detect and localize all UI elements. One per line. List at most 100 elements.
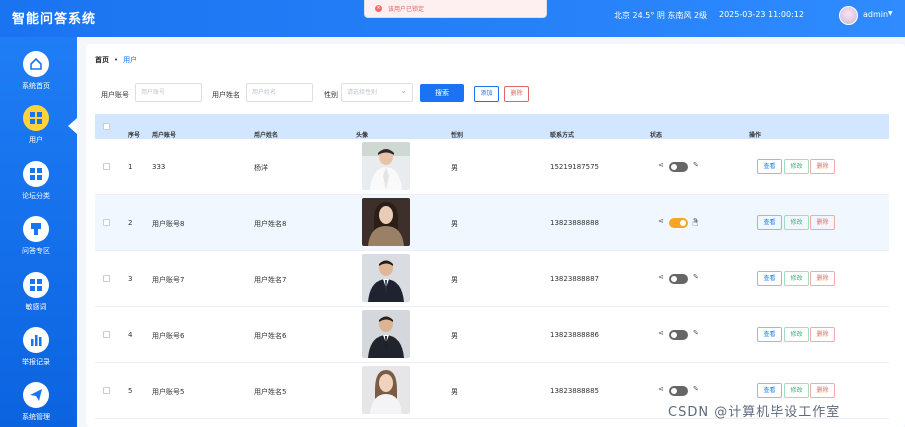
avatar-photo[interactable] [362, 142, 410, 190]
table-row: 4 用户账号6 用户姓名6 男 13823888886 ⋖ ✎ 查看 修改 删除 [95, 307, 889, 363]
status-cell: ⋖ ✎ [658, 329, 703, 341]
header-avatar-label: 头像 [356, 132, 369, 139]
row-checkbox[interactable] [103, 219, 110, 226]
modify-button[interactable]: 修改 [784, 327, 809, 342]
share-icon: ⋖ [658, 217, 664, 225]
share-icon: ⋖ [658, 329, 664, 337]
cell-name: 用户姓名8 [254, 220, 287, 228]
status-toggle[interactable] [669, 274, 688, 284]
status-cell: ⋖ ✎ [658, 385, 703, 397]
cell-name: 用户姓名5 [254, 388, 287, 396]
table-row: 3 用户账号7 用户姓名7 男 13823888887 ⋖ ✎ 查看 修改 删除 [95, 251, 889, 307]
status-toggle[interactable] [669, 162, 688, 172]
share-icon: ⋖ [658, 385, 664, 393]
sidebar-item-system[interactable]: 系统管理 [0, 382, 72, 422]
view-button[interactable]: 查看 [757, 383, 782, 398]
status-toggle[interactable] [669, 386, 688, 396]
toast-message: × 该用户已锁定 [364, 0, 547, 18]
cell-phone: 13823888888 [550, 219, 599, 227]
view-button[interactable]: 查看 [757, 215, 782, 230]
datetime: 2025-03-23 11:00:12 [719, 10, 804, 19]
sort-icon[interactable]: ⇕ [453, 130, 458, 137]
breadcrumb-current: 用户 [123, 56, 138, 64]
cell-index: 4 [128, 331, 133, 339]
delete-button[interactable]: 删除 [810, 215, 835, 230]
sidebar-item-label: 问答专区 [22, 247, 50, 255]
main-content: 首页 • 用户 用户账号 用户账号 用户姓名 用户姓名 性别 请选择性别 搜索 添加… [77, 37, 905, 427]
row-checkbox[interactable] [103, 163, 110, 170]
grid-icon [23, 161, 49, 187]
modify-button[interactable]: 修改 [784, 383, 809, 398]
sidebar-item-label: 举报记录 [22, 358, 50, 366]
name-input[interactable]: 用户姓名 [246, 83, 313, 102]
chevron-down-icon[interactable]: ▼ [888, 10, 893, 17]
modify-button[interactable]: 修改 [784, 215, 809, 230]
hand-cursor-icon: ☝ [692, 218, 699, 229]
close-circle-icon: × [375, 5, 382, 12]
view-button[interactable]: 查看 [757, 327, 782, 342]
sidebar-item-users[interactable]: 用户 [0, 105, 72, 145]
sidebar-item-sensitive-words[interactable]: 敏感词 [0, 272, 72, 312]
add-button[interactable]: 添加 [474, 86, 499, 102]
edit-icon[interactable]: ✎ [693, 161, 699, 169]
status-toggle[interactable] [669, 330, 688, 340]
row-checkbox[interactable] [103, 275, 110, 282]
sort-icon[interactable]: ⇕ [552, 130, 557, 137]
grid-icon [23, 272, 49, 298]
sidebar-item-qa[interactable]: 问答专区 [0, 216, 72, 256]
account-filter-label: 用户账号 [101, 91, 129, 99]
cell-account: 用户账号5 [152, 388, 185, 396]
app-title: 智能问答系统 [12, 12, 97, 27]
cell-gender: 男 [451, 220, 458, 228]
modify-button[interactable]: 修改 [784, 271, 809, 286]
watermark: CSDN @计算机毕设工作室 [668, 405, 841, 420]
view-button[interactable]: 查看 [757, 159, 782, 174]
sidebar-item-home[interactable]: 系统首页 [0, 51, 72, 91]
cell-index: 5 [128, 387, 133, 395]
cell-phone: 13823888885 [550, 387, 599, 395]
delete-button[interactable]: 删除 [810, 159, 835, 174]
breadcrumb-home[interactable]: 首页 [95, 56, 109, 64]
avatar-photo[interactable] [362, 366, 410, 414]
status-toggle[interactable] [669, 218, 688, 228]
header-index-label: 序号 [128, 132, 141, 139]
cell-phone: 15219187575 [550, 163, 599, 171]
edit-icon[interactable]: ✎ [693, 329, 699, 337]
delete-button[interactable]: 删除 [810, 327, 835, 342]
username[interactable]: admin [863, 10, 888, 19]
gender-select[interactable]: 请选择性别 [341, 82, 413, 102]
search-button[interactable]: 搜索 [420, 84, 464, 102]
view-button[interactable]: 查看 [757, 271, 782, 286]
user-avatar[interactable] [839, 6, 858, 25]
delete-button[interactable]: 删除 [810, 383, 835, 398]
header-actions-label: 操作 [749, 132, 762, 139]
sort-icon[interactable]: ⇕ [256, 130, 261, 137]
sidebar-item-label: 用户 [29, 136, 43, 144]
edit-icon[interactable]: ✎ [693, 273, 699, 281]
delete-button[interactable]: 删除 [810, 271, 835, 286]
row-checkbox[interactable] [103, 331, 110, 338]
home-icon [23, 51, 49, 77]
avatar-photo[interactable] [362, 254, 410, 302]
active-indicator [68, 118, 77, 134]
batch-delete-button[interactable]: 删除 [504, 86, 529, 102]
sort-icon[interactable]: ⇕ [154, 130, 159, 137]
cell-gender: 男 [451, 164, 458, 172]
avatar-photo[interactable] [362, 310, 410, 358]
edit-icon[interactable]: ✎ [693, 385, 699, 393]
sidebar-item-forum-category[interactable]: 论坛分类 [0, 161, 72, 201]
cell-account: 用户账号8 [152, 220, 185, 228]
row-checkbox[interactable] [103, 387, 110, 394]
modify-button[interactable]: 修改 [784, 159, 809, 174]
account-input[interactable]: 用户账号 [135, 83, 202, 102]
sidebar-item-reports[interactable]: 举报记录 [0, 327, 72, 367]
share-icon: ⋖ [658, 273, 664, 281]
avatar-photo[interactable] [362, 198, 410, 246]
cell-name: 用户姓名7 [254, 276, 287, 284]
weather-info: 北京 24.5° 阴 东南风 2级 [614, 11, 708, 20]
breadcrumb-separator: • [114, 56, 119, 64]
select-all-checkbox[interactable] [103, 123, 110, 130]
cell-index: 2 [128, 219, 133, 227]
status-cell: ⋖ ✎ [658, 161, 703, 173]
sort-icon[interactable]: ⇕ [652, 130, 657, 137]
